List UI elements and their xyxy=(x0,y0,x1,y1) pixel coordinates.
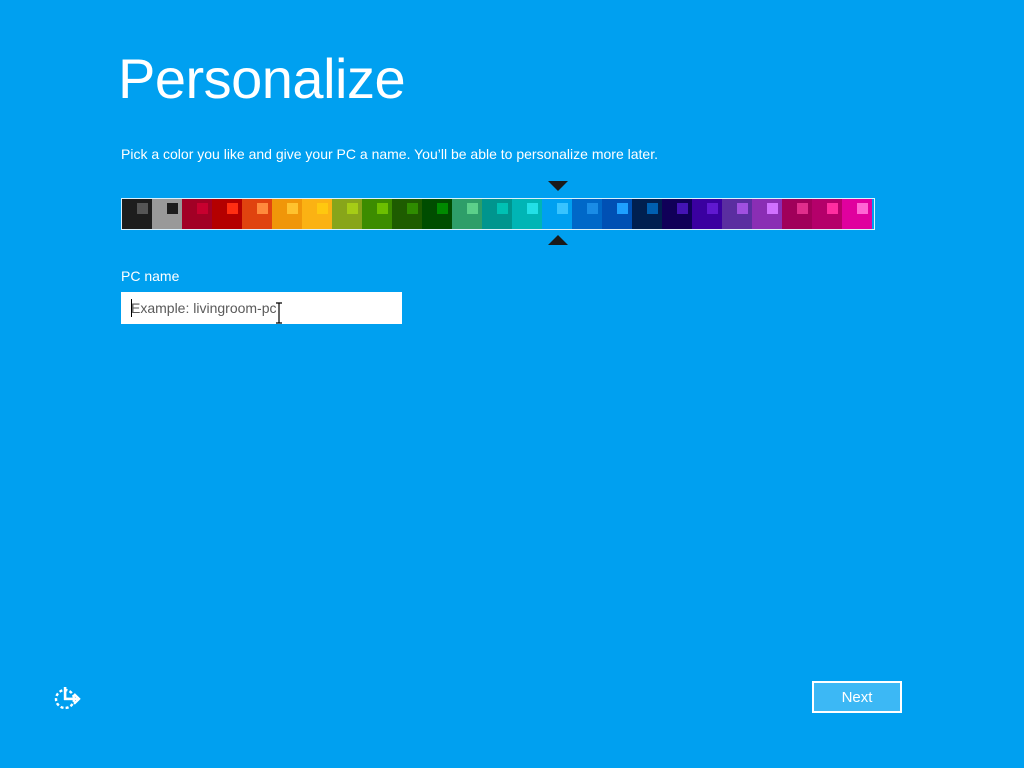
swatch-accent-chip xyxy=(497,203,508,214)
swatch-accent-chip xyxy=(257,203,268,214)
color-swatch[interactable] xyxy=(182,199,212,229)
swatch-accent-chip xyxy=(527,203,538,214)
color-swatch[interactable] xyxy=(242,199,272,229)
ease-of-access-icon[interactable] xyxy=(53,684,81,712)
color-swatch[interactable] xyxy=(122,199,152,229)
color-swatch[interactable] xyxy=(302,199,332,229)
swatch-accent-chip xyxy=(767,203,778,214)
swatch-accent-chip xyxy=(347,203,358,214)
swatch-accent-chip xyxy=(467,203,478,214)
color-swatch[interactable] xyxy=(422,199,452,229)
page-title: Personalize xyxy=(118,47,406,110)
swatch-accent-chip xyxy=(197,203,208,214)
pc-name-input[interactable] xyxy=(121,292,402,324)
swatch-accent-chip xyxy=(737,203,748,214)
color-swatch[interactable] xyxy=(482,199,512,229)
color-swatch[interactable] xyxy=(692,199,722,229)
color-swatch[interactable] xyxy=(212,199,242,229)
text-caret xyxy=(131,299,132,317)
color-picker xyxy=(121,180,875,248)
swatch-accent-chip xyxy=(797,203,808,214)
color-swatch[interactable] xyxy=(782,199,812,229)
color-swatch[interactable] xyxy=(572,199,602,229)
selection-marker-top-icon xyxy=(548,181,568,191)
color-swatch[interactable] xyxy=(602,199,632,229)
swatch-accent-chip xyxy=(557,203,568,214)
next-button[interactable]: Next xyxy=(812,681,902,713)
swatch-accent-chip xyxy=(437,203,448,214)
swatch-accent-chip xyxy=(317,203,328,214)
swatch-accent-chip xyxy=(287,203,298,214)
swatch-accent-chip xyxy=(857,203,868,214)
color-swatch[interactable] xyxy=(812,199,842,229)
color-swatch[interactable] xyxy=(542,199,572,229)
swatch-accent-chip xyxy=(377,203,388,214)
color-swatch[interactable] xyxy=(842,199,872,229)
swatch-accent-chip xyxy=(677,203,688,214)
color-palette xyxy=(121,198,875,230)
swatch-accent-chip xyxy=(647,203,658,214)
color-swatch[interactable] xyxy=(332,199,362,229)
swatch-accent-chip xyxy=(407,203,418,214)
swatch-accent-chip xyxy=(617,203,628,214)
color-swatch[interactable] xyxy=(272,199,302,229)
swatch-accent-chip xyxy=(827,203,838,214)
color-swatch[interactable] xyxy=(722,199,752,229)
swatch-accent-chip xyxy=(137,203,148,214)
color-swatch[interactable] xyxy=(152,199,182,229)
ibeam-cursor-icon xyxy=(276,302,282,324)
swatch-accent-chip xyxy=(707,203,718,214)
color-swatch[interactable] xyxy=(362,199,392,229)
color-swatch[interactable] xyxy=(752,199,782,229)
setup-screen: Personalize Pick a color you like and gi… xyxy=(0,0,1024,768)
swatch-accent-chip xyxy=(167,203,178,214)
page-subtitle: Pick a color you like and give your PC a… xyxy=(121,146,658,162)
selection-marker-bottom-icon xyxy=(548,235,568,245)
color-swatch[interactable] xyxy=(632,199,662,229)
color-swatch[interactable] xyxy=(392,199,422,229)
color-swatch[interactable] xyxy=(452,199,482,229)
pc-name-label: PC name xyxy=(121,268,180,284)
color-swatch[interactable] xyxy=(662,199,692,229)
color-swatch[interactable] xyxy=(512,199,542,229)
swatch-accent-chip xyxy=(227,203,238,214)
swatch-accent-chip xyxy=(587,203,598,214)
